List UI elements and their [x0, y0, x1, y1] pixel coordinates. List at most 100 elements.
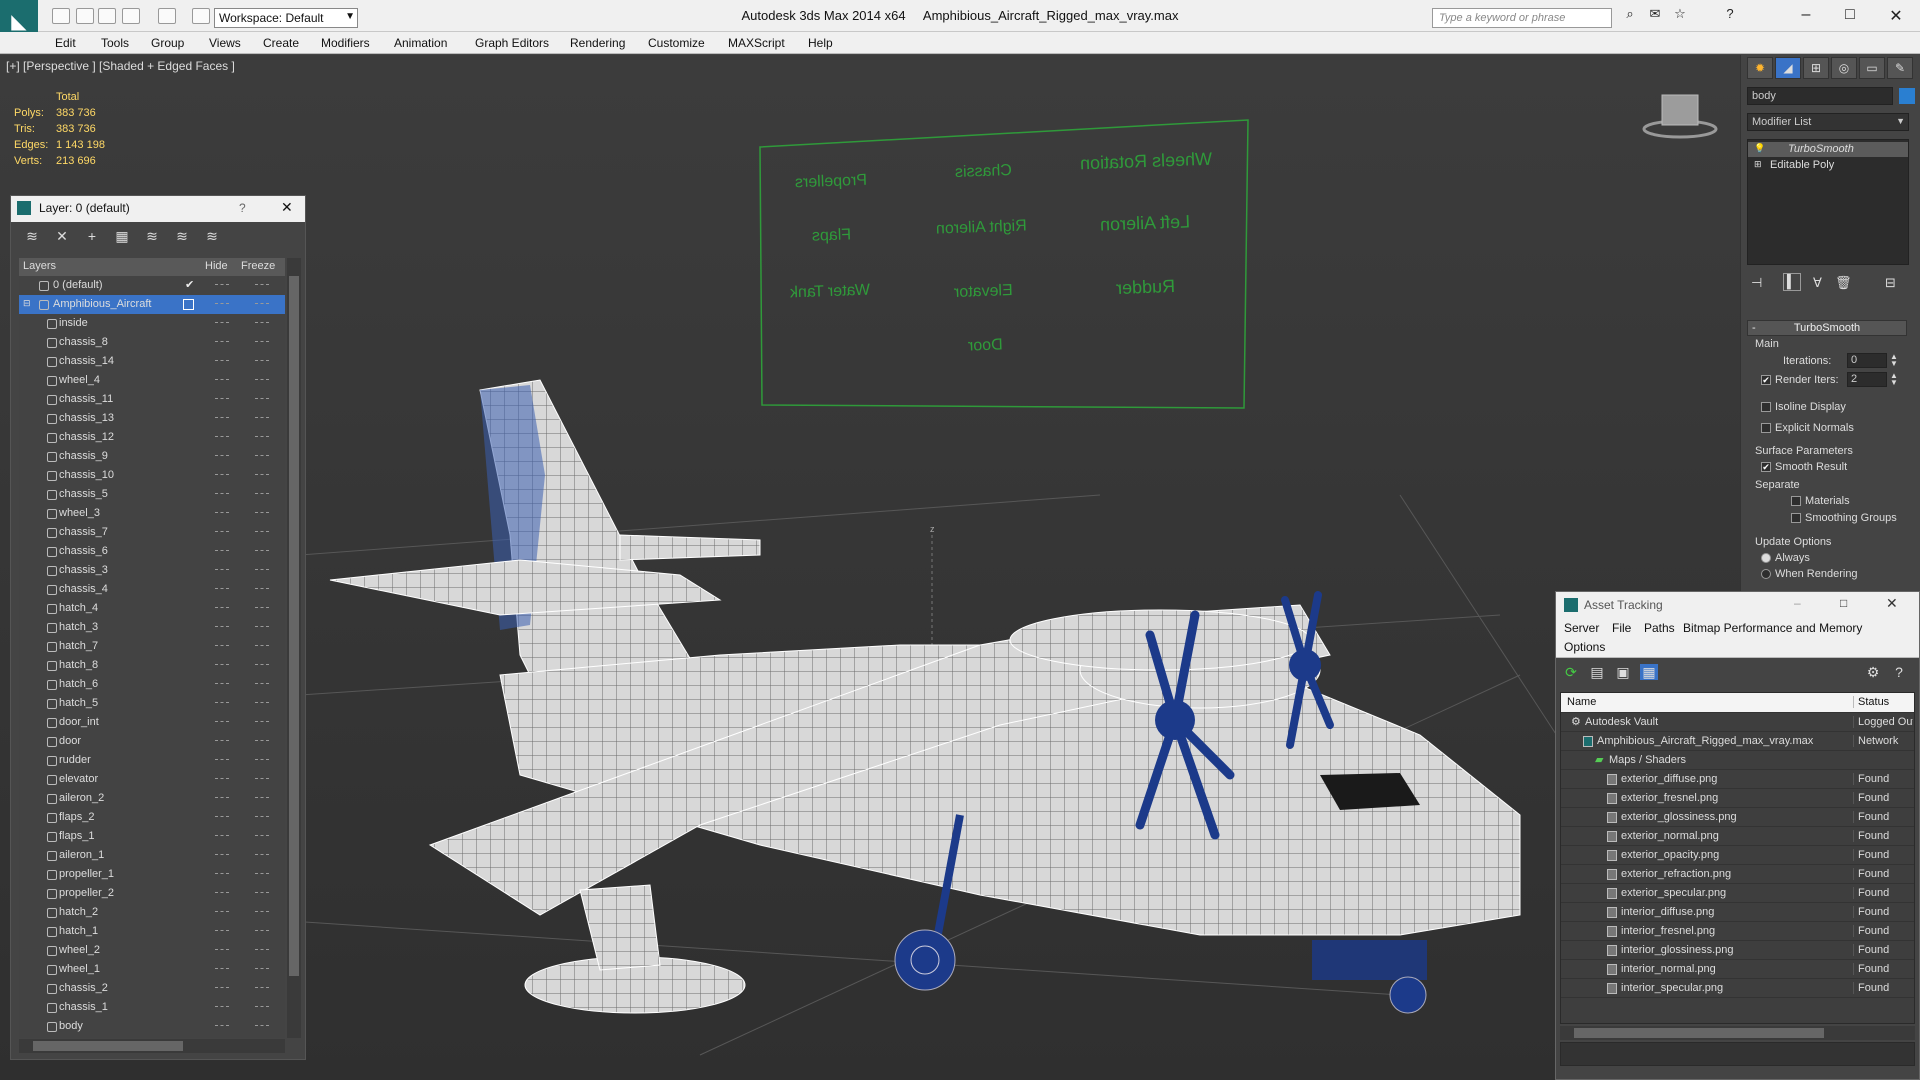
asset-row[interactable]: exterior_glossiness.png Found — [1561, 808, 1914, 827]
hide-all-icon[interactable]: ≋ — [173, 228, 191, 244]
help-icon[interactable]: ? — [1890, 664, 1908, 680]
menu-paths[interactable]: Paths — [1644, 621, 1675, 635]
column-hide[interactable]: Hide — [205, 260, 228, 272]
close-icon[interactable]: ✕ — [1886, 595, 1898, 612]
asset-row[interactable]: exterior_fresnel.png Found — [1561, 789, 1914, 808]
layer-object-row[interactable]: body — [19, 1017, 285, 1036]
bulb-icon[interactable]: 💡 — [1754, 143, 1765, 154]
freeze-toggle[interactable] — [255, 854, 269, 855]
hide-toggle[interactable] — [215, 1006, 229, 1007]
active-layer-check-icon[interactable]: ✔ — [185, 278, 194, 291]
freeze-toggle[interactable] — [255, 493, 269, 494]
hide-toggle[interactable] — [215, 398, 229, 399]
hide-toggle[interactable] — [215, 569, 229, 570]
rig-label-flaps[interactable]: Flaps — [812, 226, 852, 245]
layer-object-row[interactable]: hatch_6 — [19, 675, 285, 694]
hide-toggle[interactable] — [215, 740, 229, 741]
communication-center-icon[interactable]: ✉ — [1645, 6, 1665, 26]
freeze-toggle[interactable] — [255, 284, 269, 285]
layer-object-row[interactable]: chassis_9 — [19, 447, 285, 466]
asset-row[interactable]: interior_glossiness.png Found — [1561, 941, 1914, 960]
asset-row[interactable]: exterior_refraction.png Found — [1561, 865, 1914, 884]
freeze-toggle[interactable] — [255, 417, 269, 418]
materials-checkbox[interactable] — [1791, 496, 1801, 506]
layer-object-row[interactable]: hatch_1 — [19, 922, 285, 941]
hide-toggle[interactable] — [215, 531, 229, 532]
settings-icon[interactable]: ⚙ — [1864, 664, 1882, 680]
layer-object-row[interactable]: wheel_1 — [19, 960, 285, 979]
minimize-icon[interactable]: – — [1794, 596, 1801, 610]
hide-toggle[interactable] — [215, 303, 229, 304]
freeze-toggle[interactable] — [255, 873, 269, 874]
modify-tab-icon[interactable]: ◢ — [1775, 57, 1801, 79]
freeze-toggle[interactable] — [255, 607, 269, 608]
freeze-toggle[interactable] — [255, 778, 269, 779]
layer-object-row[interactable]: inside — [19, 314, 285, 333]
hide-toggle[interactable] — [215, 987, 229, 988]
menu-group[interactable]: Group — [151, 36, 184, 50]
layer-object-row[interactable]: flaps_2 — [19, 808, 285, 827]
layer-horizontal-scrollbar[interactable] — [19, 1039, 285, 1053]
asset-row[interactable]: ▰ Maps / Shaders — [1561, 751, 1914, 770]
make-unique-icon[interactable]: ∀ — [1813, 275, 1822, 291]
table-view-icon[interactable]: ▦ — [1640, 664, 1658, 680]
freeze-toggle[interactable] — [255, 550, 269, 551]
layer-object-row[interactable]: propeller_1 — [19, 865, 285, 884]
layer-object-row[interactable]: elevator — [19, 770, 285, 789]
hide-toggle[interactable] — [215, 455, 229, 456]
layer-object-row[interactable]: chassis_14 — [19, 352, 285, 371]
layer-object-row[interactable]: flaps_1 — [19, 827, 285, 846]
freeze-toggle[interactable] — [255, 626, 269, 627]
asset-horizontal-scrollbar[interactable] — [1560, 1026, 1915, 1040]
render-iters-spinner[interactable]: 2 — [1847, 372, 1887, 387]
asset-row[interactable]: interior_fresnel.png Found — [1561, 922, 1914, 941]
help-icon[interactable]: ? — [239, 201, 246, 215]
iterations-spinner[interactable]: 0 — [1847, 353, 1887, 368]
hide-toggle[interactable] — [215, 778, 229, 779]
hide-toggle[interactable] — [215, 968, 229, 969]
freeze-toggle[interactable] — [255, 531, 269, 532]
rig-label-right-aileron[interactable]: Right Aileron — [936, 217, 1027, 238]
freeze-toggle[interactable] — [255, 702, 269, 703]
hide-toggle[interactable] — [215, 474, 229, 475]
rig-label-rudder[interactable]: Rudder — [1116, 276, 1176, 299]
freeze-toggle[interactable] — [255, 1025, 269, 1026]
always-radio[interactable] — [1761, 553, 1771, 563]
asset-row[interactable]: Amphibious_Aircraft_Rigged_max_vray.max N… — [1561, 732, 1914, 751]
menu-views[interactable]: Views — [209, 36, 241, 50]
freeze-toggle[interactable] — [255, 835, 269, 836]
viewport-label[interactable]: [+] [Perspective ] [Shaded + Edged Faces… — [6, 59, 235, 73]
maximize-icon[interactable]: □ — [1840, 6, 1860, 26]
menu-edit[interactable]: Edit — [55, 36, 76, 50]
layer-object-row[interactable]: hatch_3 — [19, 618, 285, 637]
scrollbar-thumb[interactable] — [33, 1041, 183, 1051]
display-tab-icon[interactable]: ▭ — [1859, 57, 1885, 79]
layer-object-row[interactable]: rudder — [19, 751, 285, 770]
maximize-icon[interactable]: □ — [1840, 596, 1847, 610]
layer-object-row[interactable]: chassis_2 — [19, 979, 285, 998]
rig-label-chassis[interactable]: Chassis — [955, 162, 1012, 182]
object-color-swatch[interactable] — [1899, 88, 1915, 104]
close-icon[interactable]: ✕ — [281, 199, 293, 216]
collapse-icon[interactable]: - — [1752, 321, 1756, 335]
collapse-icon[interactable]: ⊟ — [23, 298, 31, 309]
layer-object-row[interactable]: aileron_1 — [19, 846, 285, 865]
freeze-toggle[interactable] — [255, 721, 269, 722]
hide-toggle[interactable] — [215, 607, 229, 608]
asset-path-field[interactable] — [1560, 1042, 1915, 1066]
layer-object-row[interactable]: chassis_13 — [19, 409, 285, 428]
freeze-toggle[interactable] — [255, 303, 269, 304]
highlight-layer-icon[interactable]: ≋ — [143, 228, 161, 244]
hide-toggle[interactable] — [215, 949, 229, 950]
layer-object-row[interactable]: door — [19, 732, 285, 751]
help-icon[interactable]: ? — [1720, 6, 1740, 26]
remove-modifier-icon[interactable]: 🗑 — [1835, 275, 1852, 291]
hide-toggle[interactable] — [215, 379, 229, 380]
freeze-toggle[interactable] — [255, 512, 269, 513]
modifier-list-dropdown[interactable]: Modifier List ▼ — [1747, 113, 1909, 131]
hide-toggle[interactable] — [215, 493, 229, 494]
layer-row-default[interactable]: 0 (default) ✔ — [19, 276, 285, 295]
minimize-icon[interactable]: – — [1796, 6, 1816, 26]
rig-label-water-tank[interactable]: Water Tank — [790, 282, 871, 303]
search-input[interactable]: Type a keyword or phrase — [1432, 8, 1612, 28]
